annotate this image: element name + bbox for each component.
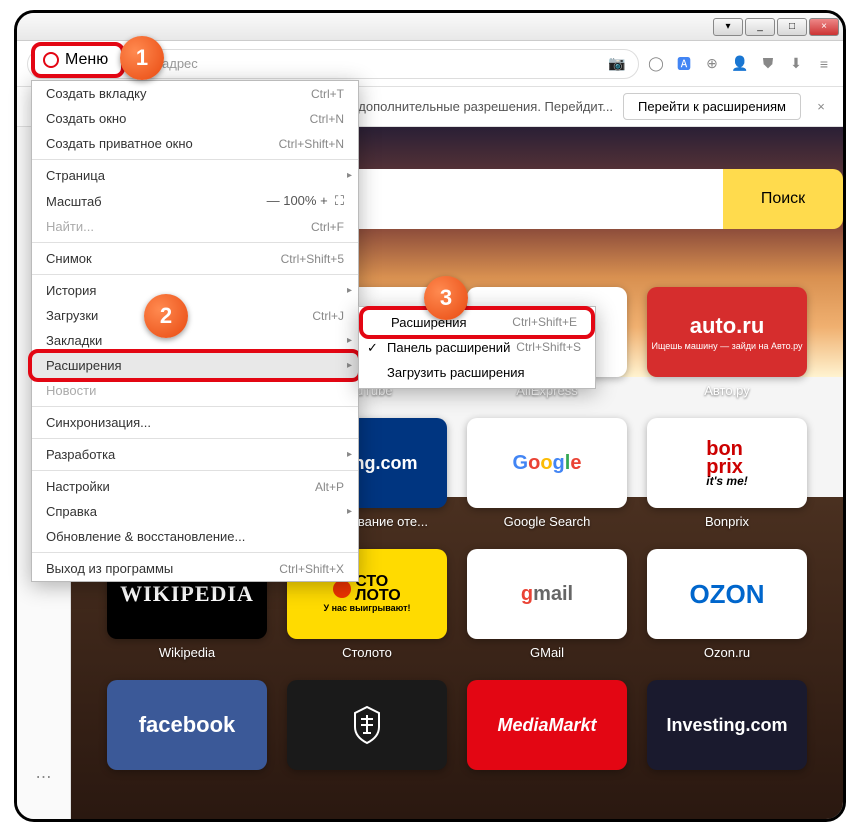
close-button[interactable]: × <box>809 18 839 36</box>
menu-item[interactable]: Новости <box>32 378 358 403</box>
menu-item[interactable]: Страница▸ <box>32 163 358 188</box>
tile-gmail[interactable]: gmail <box>467 549 627 639</box>
menu-item[interactable]: Создать вкладкуCtrl+T <box>32 81 358 106</box>
maximize-button[interactable]: □ <box>777 18 807 36</box>
tile-label: Google Search <box>504 514 591 529</box>
submenu-item[interactable]: ✓Панель расширенийCtrl+Shift+S <box>359 335 595 360</box>
notification-close-icon[interactable]: × <box>811 99 831 114</box>
tile-label: Столото <box>342 645 392 660</box>
search-button[interactable]: Поиск <box>723 169 843 229</box>
extensions-submenu: РасширенияCtrl+Shift+E✓Панель расширений… <box>358 306 596 389</box>
tile-autoru[interactable]: auto.ruИщешь машину — зайди на Авто.ру <box>647 287 807 377</box>
step-1-badge: 1 <box>120 36 164 80</box>
tile-mediamarkt[interactable]: MediaMarkt <box>467 680 627 770</box>
dropdown-button[interactable]: ▾ <box>713 18 743 36</box>
toolbar-icons: ◯ 🅰 ⊕ 👤 ⛊ ⬇ ≡ <box>647 55 833 73</box>
translate-icon[interactable]: 🅰 <box>675 55 693 73</box>
go-to-extensions-button[interactable]: Перейти к расширениям <box>623 93 801 120</box>
submenu-item[interactable]: Загрузить расширения <box>359 360 595 385</box>
more-icon[interactable]: ⋯ <box>32 765 56 789</box>
download-icon[interactable]: ⬇ <box>787 55 805 73</box>
globe-icon[interactable]: ⊕ <box>703 55 721 73</box>
menu-item[interactable]: Обновление & восстановление... <box>32 524 358 549</box>
tile-bonprix[interactable]: bonprixit's me! <box>647 418 807 508</box>
menu-item[interactable]: Создать окноCtrl+N <box>32 106 358 131</box>
camera-icon[interactable]: 📷 <box>608 55 626 73</box>
tile-label: GMail <box>530 645 564 660</box>
tile-facebook[interactable]: facebook <box>107 680 267 770</box>
minimize-button[interactable]: _ <box>745 18 775 36</box>
person-icon[interactable]: 👤 <box>731 55 749 73</box>
step-2-badge: 2 <box>144 294 188 338</box>
shield-icon[interactable]: ⛊ <box>759 55 777 73</box>
menu-item[interactable]: Справка▸ <box>32 499 358 524</box>
menu-item[interactable]: СнимокCtrl+Shift+5 <box>32 246 358 271</box>
opera-icon[interactable]: ◯ <box>647 55 665 73</box>
menu-item[interactable]: Разработка▸ <box>32 442 358 467</box>
tile-label: Wikipedia <box>159 645 215 660</box>
main-menu: Создать вкладкуCtrl+TСоздать окноCtrl+NС… <box>31 80 359 582</box>
menu-button[interactable]: Меню <box>31 42 125 78</box>
notification-text: дополнительные разрешения. Перейдит... <box>358 99 613 114</box>
menu-item[interactable]: Создать приватное окноCtrl+Shift+N <box>32 131 358 156</box>
tile-investing[interactable]: Investing.com <box>647 680 807 770</box>
menu-item[interactable]: История▸ <box>32 278 358 303</box>
menu-button-label: Меню <box>65 51 108 69</box>
opera-logo-icon <box>43 52 59 68</box>
menu-item[interactable]: Масштаб— 100% + ⛶ <box>32 188 358 214</box>
menu-item[interactable]: Найти...Ctrl+F <box>32 214 358 239</box>
tile-label: Bonprix <box>705 514 749 529</box>
menu-item[interactable]: НастройкиAlt+P <box>32 474 358 499</box>
tile-label: Ozon.ru <box>704 645 750 660</box>
menu-item[interactable]: Синхронизация... <box>32 410 358 435</box>
tile-ozon[interactable]: OZON <box>647 549 807 639</box>
menu-item[interactable]: Выход из программыCtrl+Shift+X <box>32 556 358 581</box>
step-3-badge: 3 <box>424 276 468 320</box>
settings-icon[interactable]: ≡ <box>815 55 833 73</box>
tile-label: Авто.ру <box>704 383 750 398</box>
tile-wot[interactable] <box>287 680 447 770</box>
menu-item[interactable]: ЗагрузкиCtrl+J <box>32 303 358 328</box>
tile-google[interactable]: Google <box>467 418 627 508</box>
